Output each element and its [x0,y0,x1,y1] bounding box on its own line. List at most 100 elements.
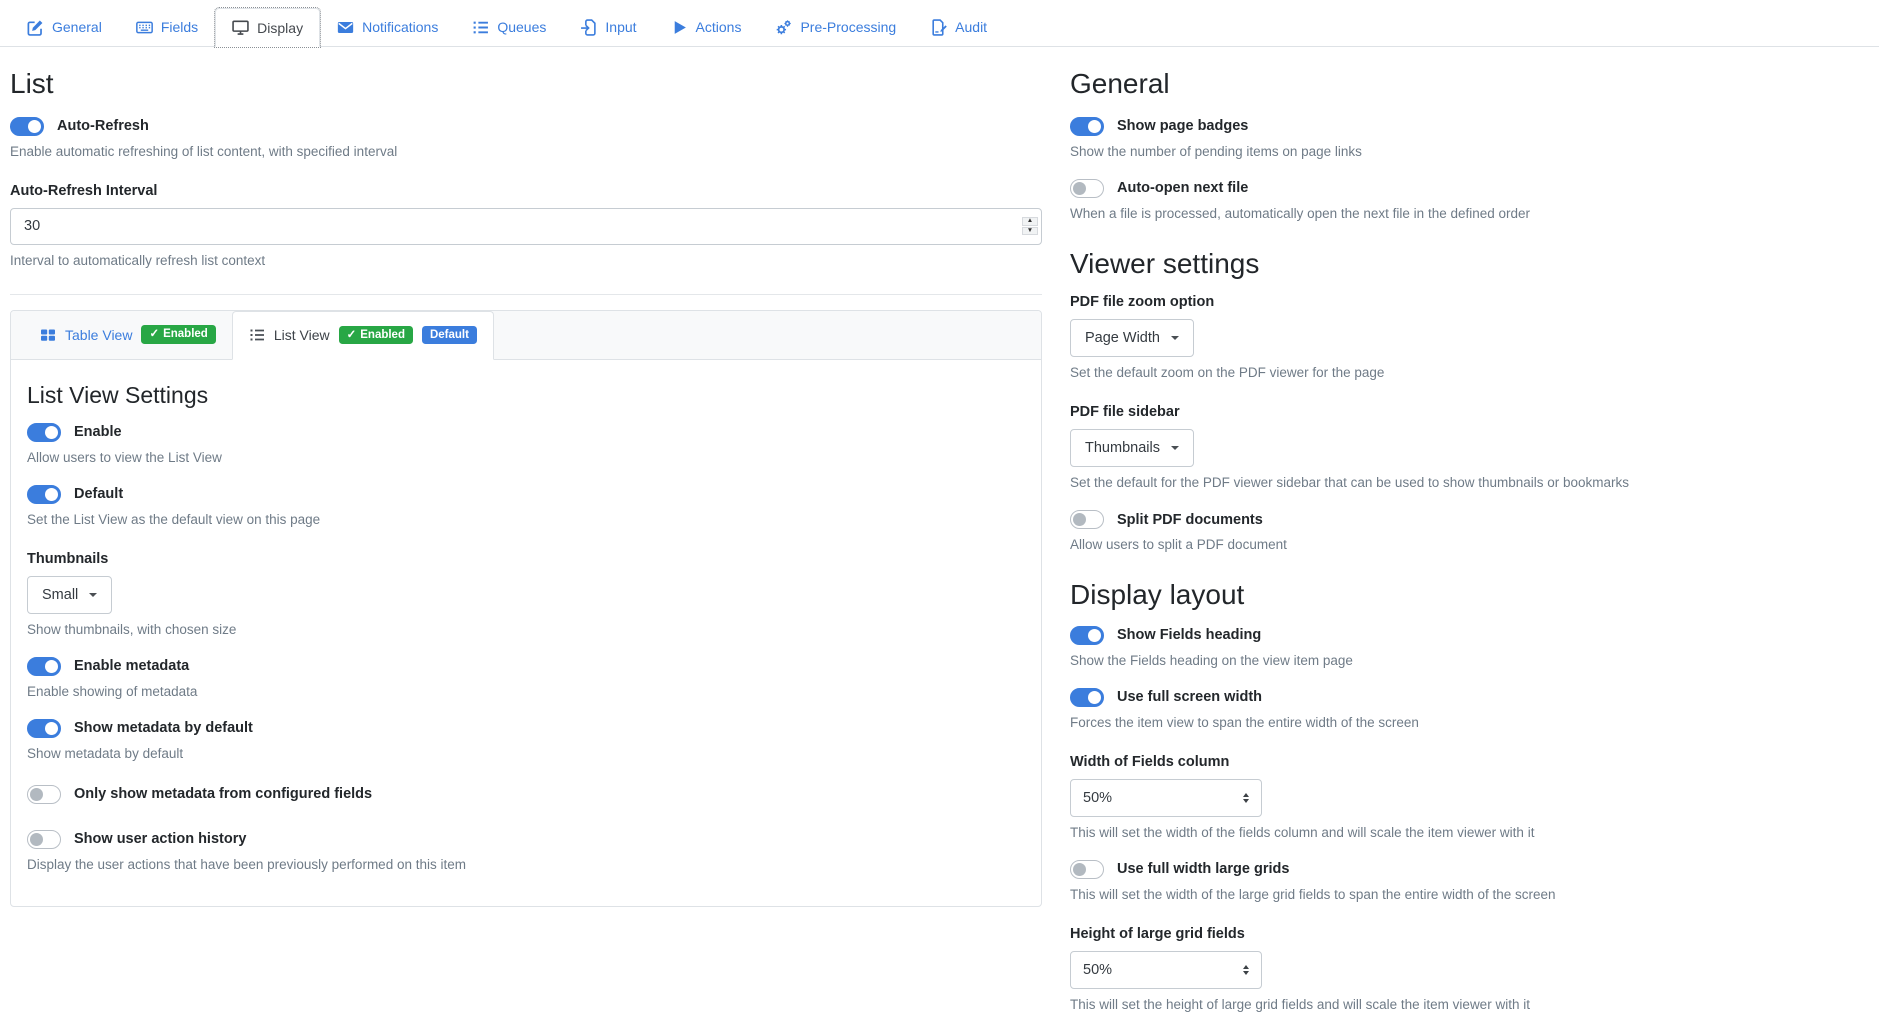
toggle-knob [45,660,58,673]
caret-down-icon [89,593,97,597]
enable-label: Enable [74,424,122,440]
tab-queues[interactable]: Queues [455,8,563,46]
enable-toggle[interactable] [27,423,61,442]
tab-list-view[interactable]: List View ✓Enabled Default [232,311,494,360]
tab-audit[interactable]: Audit [913,8,1004,46]
view-settings-card: Table View ✓Enabled List View ✓Enabled D… [10,310,1042,907]
auto-refresh-desc: Enable automatic refreshing of list cont… [10,144,1042,159]
display-monitor-icon [232,19,249,36]
tab-label: General [52,19,102,35]
general-settings-column: General Show page badges Show the number… [1070,67,1870,1012]
width-fields-desc: This will set the width of the fields co… [1070,825,1870,840]
split-pdf-desc: Allow users to split a PDF document [1070,537,1870,552]
tab-label: Notifications [362,19,438,35]
interval-desc: Interval to automatically refresh list c… [10,253,1042,268]
thumbnails-size-dropdown[interactable]: Small [27,576,112,614]
auto-open-label: Auto-open next file [1117,180,1248,196]
fields-column-width-select[interactable]: 50% [1070,779,1262,817]
auto-refresh-row: Auto-Refresh [10,117,1042,136]
fields-heading-row: Show Fields heading [1070,626,1870,645]
list-icon [472,19,489,36]
tab-label: Display [257,20,303,36]
height-grids-label: Height of large grid fields [1070,926,1870,942]
toggle-knob [1088,691,1101,704]
height-grids-desc: This will set the height of large grid f… [1070,997,1870,1012]
only-configured-toggle[interactable] [27,785,61,804]
tab-pre-processing[interactable]: Pre-Processing [758,8,913,46]
full-width-row: Use full screen width [1070,688,1870,707]
settings-tab-bar: General Fields Display Notifications Que… [0,0,1879,47]
auto-open-toggle[interactable] [1070,179,1104,198]
only-configured-label: Only show metadata from configured field… [74,786,372,802]
pdf-sidebar-dropdown[interactable]: Thumbnails [1070,429,1194,467]
pdf-zoom-value: Page Width [1085,330,1160,346]
toggle-knob [1088,120,1101,133]
default-row: Default [27,485,1025,504]
fields-heading-toggle[interactable] [1070,626,1104,645]
full-width-grids-row: Use full width large grids [1070,860,1870,879]
full-width-toggle[interactable] [1070,688,1104,707]
tab-label: Input [605,19,636,35]
enable-metadata-label: Enable metadata [74,658,189,674]
envelope-icon [337,19,354,36]
default-toggle[interactable] [27,485,61,504]
show-metadata-toggle[interactable] [27,719,61,738]
list-view-settings-heading: List View Settings [27,382,1025,409]
pdf-sidebar-desc: Set the default for the PDF viewer sideb… [1070,475,1870,490]
full-width-desc: Forces the item view to span the entire … [1070,715,1870,730]
full-width-grids-toggle[interactable] [1070,860,1104,879]
user-history-toggle[interactable] [27,830,61,849]
toggle-knob [1073,863,1086,876]
enable-metadata-row: Enable metadata [27,657,1025,676]
enable-metadata-toggle[interactable] [27,657,61,676]
file-signature-icon [930,19,947,36]
select-arrows-icon [1243,962,1249,978]
toggle-knob [30,833,43,846]
page-badges-toggle[interactable] [1070,117,1104,136]
table-view-label: Table View [65,327,132,343]
settings-content: List Auto-Refresh Enable automatic refre… [0,47,1879,1012]
auto-refresh-interval-input[interactable] [10,208,1042,245]
pdf-sidebar-value: Thumbnails [1085,440,1160,456]
table-grid-icon [40,327,56,343]
tab-table-view[interactable]: Table View ✓Enabled [24,311,232,359]
interval-input-wrap: ▲▼ [10,208,1042,245]
pdf-zoom-dropdown[interactable]: Page Width [1070,319,1194,357]
default-desc: Set the List View as the default view on… [27,512,1025,527]
general-section-heading: General [1070,67,1870,101]
check-icon: ✓ [149,328,159,341]
tab-actions[interactable]: Actions [654,8,759,46]
user-history-row: Show user action history [27,830,1025,849]
full-width-grids-desc: This will set the width of the large gri… [1070,887,1870,902]
grid-fields-height-select[interactable]: 50% [1070,951,1262,989]
tab-general[interactable]: General [10,8,119,46]
section-divider [10,294,1042,295]
tab-label: Fields [161,19,198,35]
show-metadata-label: Show metadata by default [74,720,253,736]
enable-desc: Allow users to view the List View [27,450,1025,465]
user-history-desc: Display the user actions that have been … [27,857,1025,872]
tab-input[interactable]: Input [563,8,653,46]
split-pdf-toggle[interactable] [1070,510,1104,529]
auto-refresh-label: Auto-Refresh [57,118,149,134]
viewer-settings-heading: Viewer settings [1070,247,1870,281]
tab-display[interactable]: Display [215,8,320,47]
list-view-settings-body: List View Settings Enable Allow users to… [11,360,1041,906]
number-spinner-icon[interactable]: ▲▼ [1022,217,1038,235]
tab-notifications[interactable]: Notifications [320,8,455,46]
interval-label: Auto-Refresh Interval [10,183,1042,199]
pdf-zoom-desc: Set the default zoom on the PDF viewer f… [1070,365,1870,380]
fields-heading-label: Show Fields heading [1117,627,1261,643]
file-import-icon [580,19,597,36]
toggle-knob [45,722,58,735]
auto-refresh-toggle[interactable] [10,117,44,136]
check-icon: ✓ [347,329,357,342]
thumbnails-size-value: Small [42,587,78,603]
tab-label: Audit [955,19,987,35]
full-width-grids-label: Use full width large grids [1117,861,1289,877]
select-arrows-icon [1243,790,1249,806]
tab-fields[interactable]: Fields [119,8,215,46]
toggle-knob [1073,513,1086,526]
thumbnails-label: Thumbnails [27,551,1025,567]
show-metadata-desc: Show metadata by default [27,746,1025,761]
